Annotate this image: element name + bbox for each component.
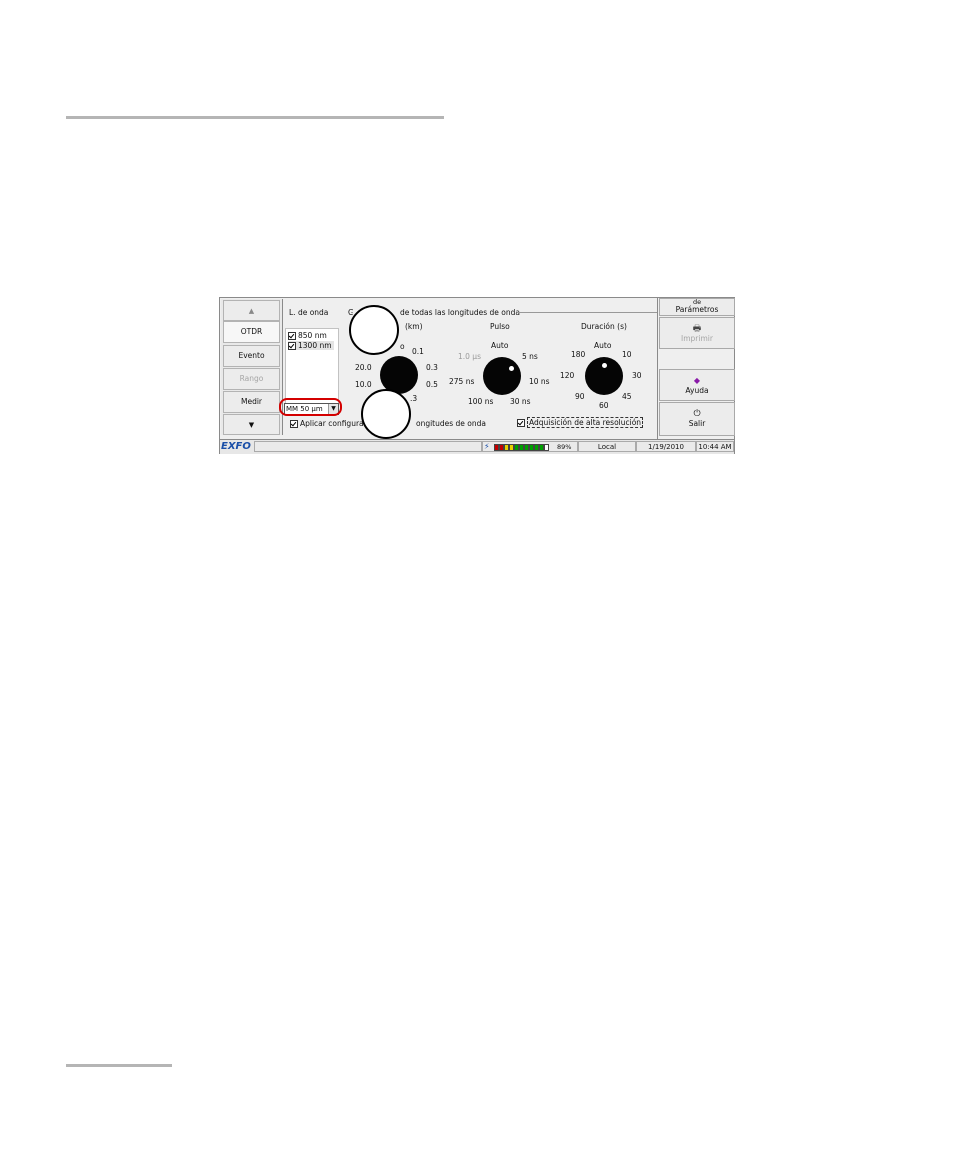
range-tick: o	[400, 342, 405, 351]
nav-up-button[interactable]: ▲	[223, 300, 280, 321]
highlight-ring	[279, 398, 342, 416]
nav-medir-button[interactable]: Medir	[223, 391, 280, 413]
nav-evento-button[interactable]: Evento	[223, 345, 280, 367]
pulse-tick: 30 ns	[510, 397, 531, 406]
print-button[interactable]: 🖶 Imprimir	[659, 317, 735, 349]
wavelength-item[interactable]: 1300 nm	[288, 341, 334, 350]
knob-indicator-icon	[509, 366, 514, 371]
battery-percent: 89%	[557, 443, 572, 451]
duration-tick: 120	[560, 371, 575, 380]
battery-segment	[544, 444, 549, 451]
checkbox-checked-icon[interactable]	[288, 342, 296, 350]
range-tick: .3	[410, 394, 418, 403]
pulse-label: Pulso	[490, 322, 510, 331]
apply-all-checkbox-end: ongitudes de onda	[416, 419, 487, 428]
pulse-tick: 5 ns	[522, 352, 538, 361]
status-message	[254, 441, 482, 452]
range-tick: 0.1	[412, 347, 424, 356]
duration-tick: 90	[575, 392, 585, 401]
help-book-icon: ◆	[693, 376, 701, 385]
pulse-tick: 10 ns	[529, 377, 550, 386]
duration-tick: Auto	[594, 341, 612, 350]
group-title-end: de todas las longitudes de onda	[400, 308, 520, 317]
bottom-rule	[66, 1064, 172, 1067]
range-tick: 0.3	[426, 363, 438, 372]
wavelength-item[interactable]: 850 nm	[288, 331, 327, 340]
battery-indicator: ⚡ 89%	[482, 441, 578, 452]
duration-knob[interactable]	[585, 357, 623, 395]
power-icon: ⏻	[693, 409, 701, 419]
duration-tick: 60	[599, 401, 609, 410]
group-line-right	[517, 312, 657, 313]
mode-status: Local	[578, 441, 636, 452]
range-tick: 0.5	[426, 380, 438, 389]
help-button[interactable]: ◆ Ayuda	[659, 369, 735, 401]
pulse-knob[interactable]	[483, 357, 521, 395]
parameters-button[interactable]: de Parámetros	[659, 298, 735, 316]
otdr-settings-screenshot: ▲ OTDR Evento Rango Medir ▼ L. de onda 8…	[219, 297, 735, 454]
printer-icon: 🖶	[692, 324, 702, 334]
exit-button[interactable]: ⏻ Salir	[659, 402, 735, 436]
range-label: (km)	[405, 322, 423, 331]
duration-tick: 180	[571, 350, 586, 359]
nav-rango-button[interactable]: Rango	[223, 368, 280, 390]
date-status: 1/19/2010	[636, 441, 696, 452]
range-tick: 20.0	[355, 363, 372, 372]
checkbox-checked-icon[interactable]	[290, 420, 298, 428]
duration-label: Duración (s)	[581, 322, 627, 331]
wavelength-header: L. de onda	[289, 308, 329, 317]
pulse-tick: 275 ns	[449, 377, 475, 386]
wavelength-list: 850 nm 1300 nm	[285, 328, 339, 404]
right-panel-divider	[657, 298, 658, 439]
checkbox-checked-icon[interactable]	[288, 332, 296, 340]
duration-tick: 45	[622, 392, 632, 401]
range-tick: 10.0	[355, 380, 372, 389]
time-status: 10:44 AM	[696, 441, 734, 452]
checkbox-checked-icon[interactable]	[517, 419, 525, 427]
nav-down-button[interactable]: ▼	[223, 414, 280, 435]
status-bar: EXFO ⚡ 89% Local 1/19/2010 10:44 AM	[220, 439, 734, 454]
exfo-logo: EXFO	[221, 441, 251, 452]
pulse-tick: Auto	[491, 341, 509, 350]
knob-indicator-icon	[602, 363, 607, 368]
duration-tick: 30	[632, 371, 642, 380]
apply-all-checkbox-start[interactable]: Aplicar configurac	[290, 419, 368, 428]
power-plug-icon: ⚡	[484, 442, 490, 451]
pulse-tick: 100 ns	[468, 397, 494, 406]
callout-circle	[349, 305, 399, 355]
top-rule	[66, 116, 444, 119]
pulse-tick: 1.0 µs	[458, 352, 481, 361]
high-resolution-checkbox[interactable]: Adquisición de alta resolución	[517, 417, 644, 428]
nav-otdr-button[interactable]: OTDR	[223, 321, 280, 343]
duration-tick: 10	[622, 350, 632, 359]
callout-circle	[361, 389, 411, 439]
left-nav: ▲ OTDR Evento Rango Medir ▼	[221, 299, 283, 435]
